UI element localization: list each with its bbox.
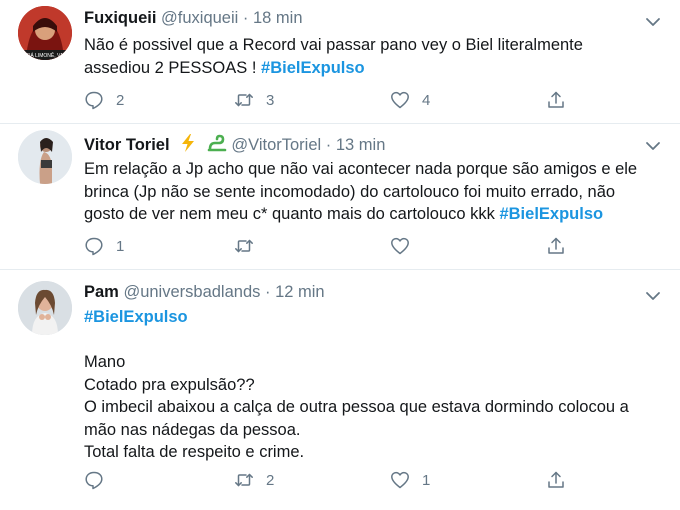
timestamp[interactable]: 13 min bbox=[336, 136, 386, 154]
tweet-line: Cotado pra expulsão?? bbox=[84, 375, 255, 394]
share-icon bbox=[548, 91, 564, 108]
chevron-down-icon[interactable] bbox=[644, 137, 662, 155]
reply-icon bbox=[85, 237, 103, 256]
retweet-icon bbox=[235, 473, 253, 487]
timestamp[interactable]: 18 min bbox=[253, 9, 303, 27]
retweet-button[interactable]: 3 bbox=[234, 89, 274, 111]
tweet-text: Em relação a Jp acho que não vai acontec… bbox=[84, 158, 654, 226]
share-button[interactable] bbox=[546, 235, 566, 257]
user-handle[interactable]: @universbadlands bbox=[123, 283, 260, 301]
avatar-caption: DÁ LIMONÊ, VA bbox=[27, 51, 64, 59]
retweet-count: 3 bbox=[266, 91, 275, 109]
retweet-count: 2 bbox=[266, 471, 275, 489]
separator-dot: · bbox=[264, 283, 271, 301]
retweet-icon bbox=[235, 239, 253, 253]
like-icon bbox=[391, 91, 409, 109]
share-icon bbox=[548, 471, 564, 488]
tweet-line: Não é possivel que a Record vai passar p… bbox=[84, 36, 583, 54]
like-button[interactable] bbox=[390, 235, 422, 257]
reply-button[interactable]: 1 bbox=[84, 235, 124, 257]
like-count: 4 bbox=[422, 91, 431, 109]
avatar-photo bbox=[18, 130, 72, 184]
tweet-card[interactable]: DÁ LIMONÊ, VA Fuxiqueii @fuxiqueii · 18 … bbox=[0, 0, 680, 124]
tweet-line: Mano bbox=[84, 353, 126, 371]
avatar[interactable] bbox=[18, 130, 72, 184]
chevron-down-icon[interactable] bbox=[644, 287, 662, 305]
tweet-line: assediou 2 PESSOAS ! bbox=[84, 58, 262, 77]
tweet-header: Vitor Toriel @VitorToriel · 13 min bbox=[84, 133, 385, 155]
tweet-line: O imbecil abaixou a calça de outra pesso… bbox=[84, 398, 629, 416]
user-handle[interactable]: @VitorToriel bbox=[231, 136, 321, 154]
tweet-line: Total falta de respeito e crime. bbox=[84, 443, 305, 461]
hashtag-link[interactable]: #BielExpulso bbox=[261, 59, 365, 77]
timestamp[interactable]: 12 min bbox=[275, 283, 325, 301]
like-icon bbox=[391, 237, 409, 255]
hashtag-link[interactable]: #BielExpulso bbox=[499, 205, 603, 223]
like-icon bbox=[391, 471, 409, 489]
like-button[interactable]: 4 bbox=[390, 89, 430, 111]
display-name[interactable]: Fuxiqueii bbox=[84, 9, 156, 27]
avatar[interactable]: DÁ LIMONÊ, VA bbox=[18, 6, 72, 60]
tweet-line: mão nas nádegas da pessoa. bbox=[84, 420, 301, 439]
avatar-photo bbox=[18, 281, 72, 335]
lightning-emoji bbox=[182, 134, 195, 152]
tweet-line: brinca (Jp não se sente incomodado) do c… bbox=[84, 182, 616, 201]
tweet-text: Não é possivel que a Record vai passar p… bbox=[84, 34, 654, 79]
display-name[interactable]: Vitor Toriel bbox=[84, 136, 170, 154]
share-button[interactable] bbox=[546, 89, 566, 111]
tweet-line-with-tag: assediou 2 PESSOAS ! #BielExpulso bbox=[84, 57, 654, 80]
reply-count: 2 bbox=[116, 91, 125, 109]
tweet-line: Em relação a Jp acho que não vai acontec… bbox=[84, 160, 638, 178]
retweet-icon bbox=[235, 93, 253, 107]
display-name[interactable]: Pam bbox=[84, 283, 119, 301]
share-icon bbox=[548, 237, 564, 254]
user-handle[interactable]: @fuxiqueii bbox=[161, 9, 238, 27]
reply-count: 1 bbox=[116, 237, 125, 255]
like-count: 1 bbox=[422, 471, 431, 489]
tweet-header: Pam @universbadlands · 12 min bbox=[84, 283, 325, 302]
tweet-text: #BielExpulso Mano Cotado pra expulsão?? … bbox=[84, 306, 654, 464]
retweet-button[interactable]: 2 bbox=[234, 469, 274, 491]
hashtag-link[interactable]: #BielExpulso bbox=[84, 306, 654, 329]
like-button[interactable]: 1 bbox=[390, 469, 430, 491]
avatar[interactable] bbox=[18, 281, 72, 335]
tweet-header: Fuxiqueii @fuxiqueii · 18 min bbox=[84, 9, 303, 28]
reply-icon bbox=[85, 91, 103, 110]
green-snake-emoji bbox=[207, 134, 227, 152]
retweet-button[interactable] bbox=[234, 235, 266, 257]
separator-dot: · bbox=[242, 9, 249, 27]
reply-button[interactable] bbox=[84, 469, 116, 491]
tweet-line-with-tag: gosto de ver nem meu c* quanto mais do c… bbox=[84, 203, 654, 226]
reply-button[interactable]: 2 bbox=[84, 89, 124, 111]
tweet-card[interactable]: Vitor Toriel @VitorToriel · 13 min Em re… bbox=[0, 124, 680, 270]
separator-dot: · bbox=[325, 136, 332, 154]
reply-icon bbox=[85, 471, 103, 490]
chevron-down-icon[interactable] bbox=[644, 13, 662, 31]
share-button[interactable] bbox=[546, 469, 566, 491]
tweet-line: gosto de ver nem meu c* quanto mais do c… bbox=[84, 205, 500, 223]
tweet-card[interactable]: Pam @universbadlands · 12 min #BielExpul… bbox=[0, 270, 680, 510]
avatar-photo: DÁ LIMONÊ, VA bbox=[18, 6, 72, 60]
